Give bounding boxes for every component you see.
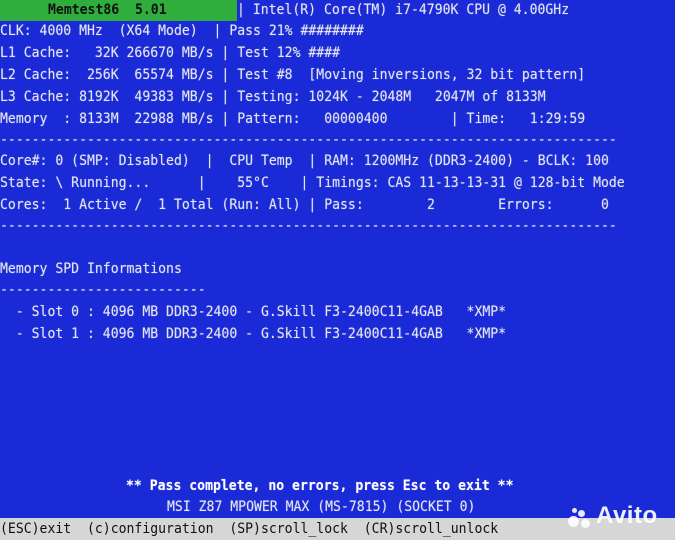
spd-slot-0: - Slot 0 : 4096 MB DDR3-2400 - G.Skill F… [0, 303, 507, 320]
separator-bottom: ----------------------------------------… [0, 217, 617, 234]
memory-line: Memory : 8133M 22988 MB/s | Pattern: 000… [0, 110, 586, 127]
spd-underline: -------------------------- [0, 281, 206, 298]
avito-watermark: Avito [596, 502, 658, 529]
core-line: Core#: 0 (SMP: Disabled) | CPU Temp | RA… [0, 152, 609, 169]
separator-top: ----------------------------------------… [0, 131, 617, 148]
menu-shortcuts[interactable]: (ESC)exit (c)configuration (SP)scroll_lo… [0, 519, 498, 539]
clock-line: CLK: 4000 MHz (X64 Mode) | Pass 21% ####… [0, 22, 364, 39]
program-title: Memtest86 5.01 [48, 1, 167, 18]
l2-cache-line: L2 Cache: 256K 65574 MB/s | Test #8 [Mov… [0, 66, 586, 83]
cpu-name: | Intel(R) Core(TM) i7-4790K CPU @ 4.00G… [237, 1, 570, 18]
cores-line: Cores: 1 Active / 1 Total (Run: All) | P… [0, 196, 609, 213]
spd-slot-1: - Slot 1 : 4096 MB DDR3-2400 - G.Skill F… [0, 325, 507, 342]
l3-cache-line: L3 Cache: 8192K 49383 MB/s | Testing: 10… [0, 88, 546, 105]
pass-complete-message: ** Pass complete, no errors, press Esc t… [126, 477, 514, 494]
state-line: State: \ Running... | 55°C | Timings: CA… [0, 174, 625, 191]
avito-logo-icon [568, 507, 592, 531]
motherboard-name: MSI Z87 MPOWER MAX (MS-7815) (SOCKET 0) [167, 498, 476, 515]
l1-cache-line: L1 Cache: 32K 266670 MB/s | Test 12% ###… [0, 44, 341, 61]
spd-heading: Memory SPD Informations [0, 260, 182, 277]
